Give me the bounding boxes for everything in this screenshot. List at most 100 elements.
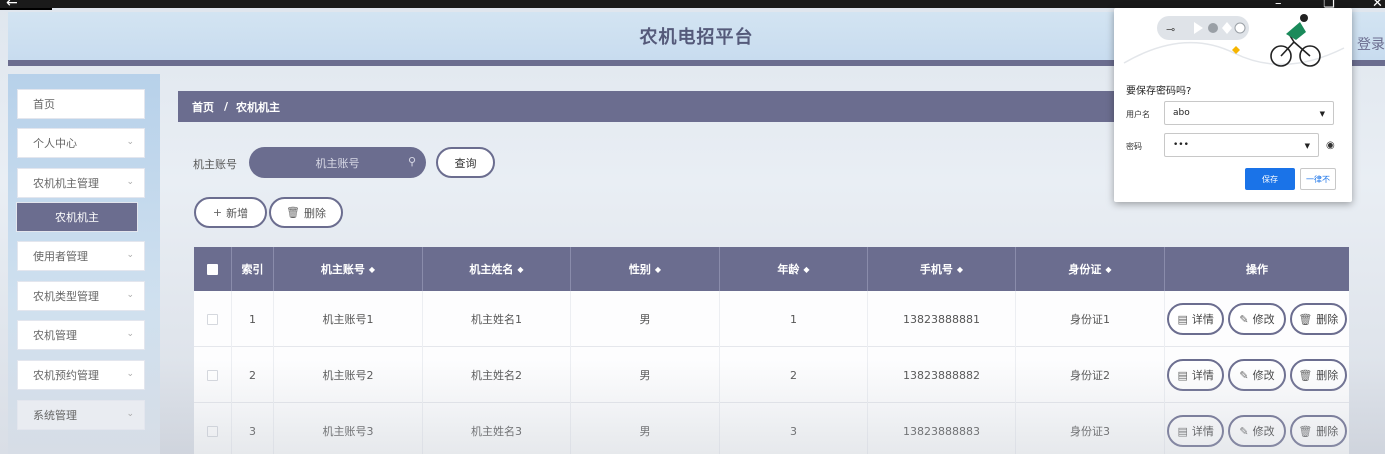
edit-button[interactable]: ✎ 修改: [1228, 415, 1286, 447]
trash-icon: 🗑: [1298, 312, 1313, 326]
cell-phone: 13823888883: [868, 403, 1016, 454]
cell-phone: 13823888882: [868, 347, 1016, 403]
column-header-gender[interactable]: 性别 ◆: [571, 247, 720, 291]
search-icon: ⚲: [407, 155, 416, 168]
sort-icon: ◆: [1105, 264, 1112, 274]
login-link[interactable]: 登录: [1357, 34, 1385, 54]
row-checkbox[interactable]: [207, 425, 218, 437]
sidebar-item-label: 农机管理: [33, 329, 77, 342]
column-header-phone[interactable]: 手机号 ◆: [868, 247, 1016, 291]
row-checkbox[interactable]: [207, 313, 218, 325]
select-all-checkbox[interactable]: [207, 263, 218, 275]
cell-actions: ▤ 详情 ✎ 修改 🗑 删除: [1165, 347, 1349, 403]
cell-index: 2: [232, 347, 274, 403]
sort-icon: ◆: [368, 264, 376, 274]
sidebar-item-owner[interactable]: 农机机主: [16, 202, 138, 232]
column-label: 机主账号: [320, 263, 365, 276]
sidebar-item-personal[interactable]: 个人中心 ⌄: [17, 128, 145, 158]
sidebar-item-owner-mgmt[interactable]: 农机机主管理 ⌄: [17, 168, 145, 198]
save-password-button[interactable]: 保存: [1245, 168, 1295, 190]
close-icon[interactable]: ✕: [1372, 0, 1383, 11]
detail-button[interactable]: ▤ 详情: [1167, 359, 1225, 391]
column-header-age[interactable]: 年龄 ◆: [720, 247, 868, 291]
column-header-account[interactable]: 机主账号 ◆: [274, 247, 423, 291]
caret-down-icon: ▼: [1304, 142, 1310, 150]
column-label: 性别: [628, 263, 651, 276]
chevron-down-icon: ⌄: [126, 290, 134, 300]
breadcrumb-separator: /: [224, 100, 229, 113]
row-delete-button[interactable]: 🗑 删除: [1289, 415, 1347, 447]
detail-label: 详情: [1191, 425, 1214, 438]
sort-icon: ◆: [956, 264, 964, 274]
sort-icon: ◆: [654, 264, 662, 274]
cell-age: 2: [720, 347, 868, 403]
breadcrumb-home[interactable]: 首页: [192, 99, 214, 115]
sidebar-item-home[interactable]: 首页: [17, 89, 145, 119]
document-icon: ▤: [1177, 312, 1188, 326]
chevron-down-icon: ⌄: [126, 409, 134, 419]
detail-label: 详情: [1191, 313, 1214, 326]
query-button[interactable]: 查询: [436, 147, 495, 178]
password-select[interactable]: ••• ▼: [1164, 133, 1319, 157]
detail-label: 详情: [1191, 369, 1214, 382]
row-checkbox[interactable]: [207, 369, 218, 381]
chevron-down-icon: ⌄: [126, 137, 134, 147]
save-password-popup: ⊸ 要保存密码吗? 用户名 abo ▼ 密码 ••• ▼ ◉ 保存 一律不: [1114, 8, 1352, 202]
detail-button[interactable]: ▤ 详情: [1167, 415, 1225, 447]
edit-button[interactable]: ✎ 修改: [1228, 303, 1286, 335]
document-icon: ▤: [1177, 424, 1188, 438]
add-button[interactable]: + 新增: [194, 197, 267, 228]
app-title: 农机电招平台: [639, 27, 754, 48]
add-label: 新增: [226, 206, 249, 220]
column-label: 索引: [241, 263, 264, 276]
username-select[interactable]: abo ▼: [1164, 101, 1334, 125]
column-label: 机主姓名: [469, 263, 514, 276]
cell-index: 3: [232, 403, 274, 454]
sidebar-item-user-mgmt[interactable]: 使用者管理 ⌄: [17, 241, 145, 271]
table-row: 2 机主账号2 机主姓名2 男 2 13823888882 身份证2 ▤ 详情 ✎…: [194, 347, 1349, 403]
sidebar-item-label: 农机类型管理: [33, 290, 99, 303]
chevron-down-icon: ⌄: [126, 250, 134, 260]
cell-name: 机主姓名2: [423, 347, 571, 403]
column-header-actions: 操作: [1165, 247, 1349, 291]
search-input[interactable]: 机主账号 ⚲: [249, 147, 426, 178]
sidebar-item-label: 农机预约管理: [33, 369, 99, 382]
delete-label: 删除: [1316, 313, 1339, 326]
sidebar-item-system-mgmt[interactable]: 系统管理 ⌄: [17, 400, 145, 430]
password-value: •••: [1173, 140, 1189, 150]
cell-gender: 男: [571, 291, 720, 347]
username-value: abo: [1173, 108, 1190, 118]
cell-idcard: 身份证2: [1016, 347, 1165, 403]
search-label: 机主账号: [193, 158, 237, 171]
cell-name: 机主姓名3: [423, 403, 571, 454]
sidebar-item-machine-mgmt[interactable]: 农机管理 ⌄: [17, 320, 145, 350]
never-save-button[interactable]: 一律不: [1300, 168, 1336, 190]
cell-actions: ▤ 详情 ✎ 修改 🗑 删除: [1165, 403, 1349, 454]
sidebar-item-booking-mgmt[interactable]: 农机预约管理 ⌄: [17, 360, 145, 390]
column-label: 身份证: [1068, 263, 1102, 276]
table-row: 1 机主账号1 机主姓名1 男 1 13823888881 身份证1 ▤ 详情 ✎…: [194, 291, 1349, 347]
sidebar-item-type-mgmt[interactable]: 农机类型管理 ⌄: [17, 281, 145, 311]
edit-label: 修改: [1252, 369, 1275, 382]
column-header-idcard[interactable]: 身份证 ◆: [1016, 247, 1165, 291]
cell-account: 机主账号3: [274, 403, 423, 454]
sidebar: 首页 个人中心 ⌄ 农机机主管理 ⌄ 农机机主 使用者管理 ⌄ 农机类型管理 ⌄…: [8, 74, 160, 454]
column-header-index: 索引: [232, 247, 274, 291]
edit-button[interactable]: ✎ 修改: [1228, 359, 1286, 391]
plus-icon: +: [212, 206, 223, 219]
detail-button[interactable]: ▤ 详情: [1167, 303, 1225, 335]
eye-icon[interactable]: ◉: [1326, 140, 1335, 151]
edit-label: 修改: [1252, 425, 1275, 438]
sidebar-item-label: 系统管理: [33, 409, 77, 422]
row-delete-button[interactable]: 🗑 删除: [1289, 359, 1347, 391]
chevron-down-icon: ⌄: [126, 177, 134, 187]
column-header-name[interactable]: 机主姓名 ◆: [423, 247, 571, 291]
sort-icon: ◆: [803, 264, 810, 274]
bulk-delete-button[interactable]: 🗑 删除: [269, 197, 343, 228]
username-label: 用户名: [1126, 110, 1150, 119]
edit-label: 修改: [1252, 313, 1275, 326]
password-label: 密码: [1126, 142, 1142, 151]
popup-title: 要保存密码吗?: [1126, 86, 1192, 97]
pencil-icon: ✎: [1239, 312, 1249, 326]
row-delete-button[interactable]: 🗑 删除: [1289, 303, 1347, 335]
